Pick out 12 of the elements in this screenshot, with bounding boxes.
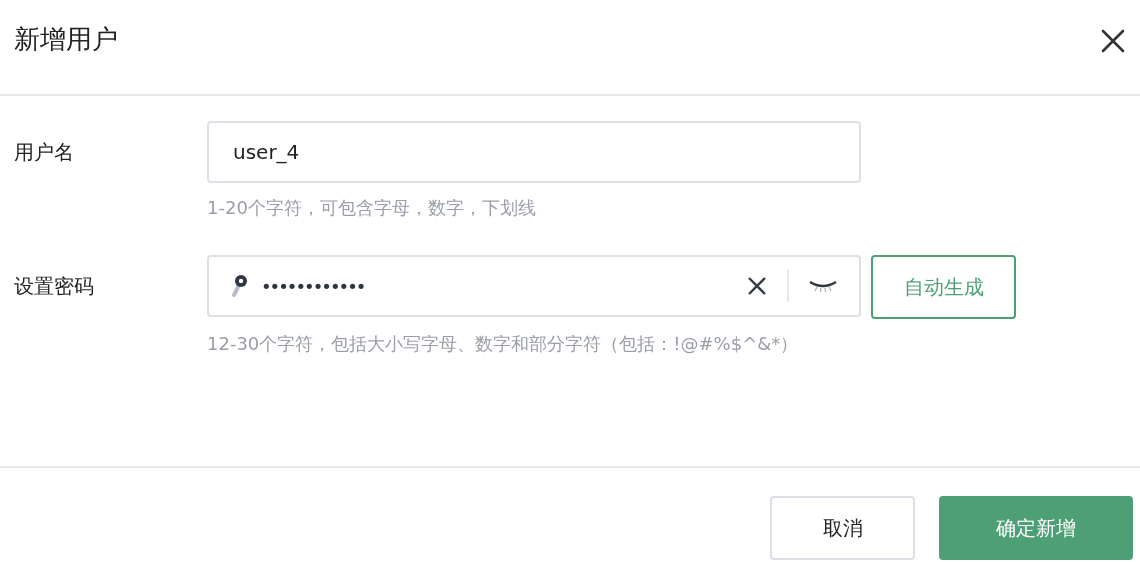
username-field[interactable]: user_4	[207, 121, 861, 183]
closed-eye-icon[interactable]	[809, 279, 837, 293]
clear-icon[interactable]	[747, 276, 767, 296]
field-label: 用户名	[13, 139, 75, 166]
hint-text: 12-30个字符，包括大小写字母、数字和部分字符（包括：!@#%$^&*）	[207, 332, 800, 356]
key-icon	[231, 273, 249, 299]
close-icon[interactable]	[1100, 28, 1126, 54]
password-field[interactable]: ••••••••••••	[207, 255, 861, 317]
dialog-title: 新增用户	[14, 22, 118, 56]
field-label: 设置密码	[13, 273, 95, 300]
hint-text: 1-20个字符，可包含字母，数字，下划线	[207, 196, 537, 220]
cancel-button[interactable]: 取消	[770, 496, 915, 560]
